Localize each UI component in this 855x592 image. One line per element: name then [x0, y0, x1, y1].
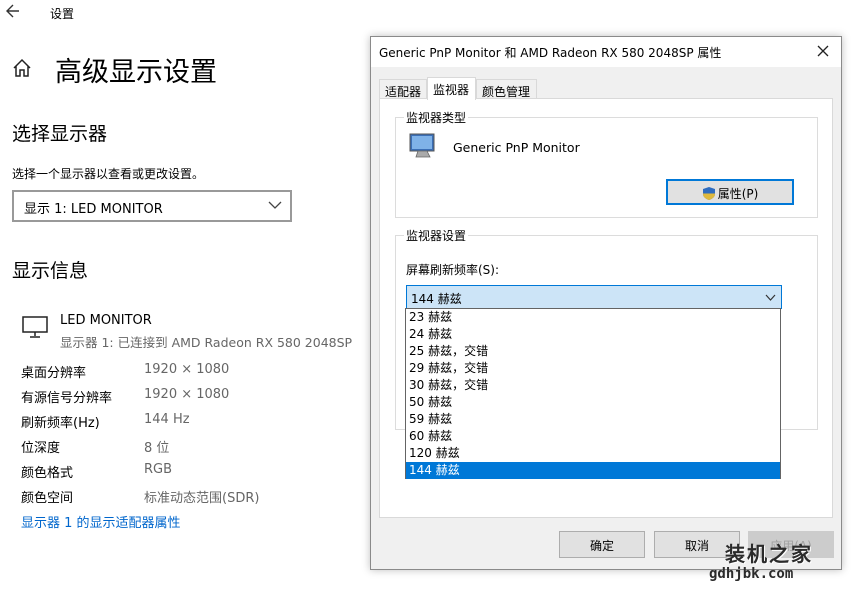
back-arrow-icon[interactable]	[6, 4, 20, 22]
info-value: RGB	[144, 462, 173, 477]
display-select-dropdown[interactable]: 显示 1: LED MONITOR	[12, 190, 292, 222]
dialog-title: Generic PnP Monitor 和 AMD Radeon RX 580 …	[379, 46, 722, 60]
refresh-rate-option[interactable]: 23 赫兹	[406, 309, 780, 326]
watermark-brand: 装机之家	[725, 542, 813, 566]
refresh-rate-option[interactable]: 120 赫兹	[406, 445, 780, 462]
adapter-properties-link[interactable]: 显示器 1 的显示适配器属性	[21, 512, 181, 531]
display-monitor-icon	[408, 132, 438, 162]
info-value: 144 Hz	[144, 412, 190, 427]
refresh-rate-option[interactable]: 59 赫兹	[406, 411, 780, 428]
refresh-rate-option[interactable]: 25 赫兹，交错	[406, 343, 780, 360]
display-select-value: 显示 1: LED MONITOR	[24, 202, 163, 217]
tab-color-management[interactable]: 颜色管理	[476, 79, 537, 99]
display-info-heading: 显示信息	[12, 260, 89, 282]
info-value: 8 位	[144, 441, 170, 456]
properties-button[interactable]: 属性(P)	[666, 179, 794, 205]
info-label: 桌面分辨率	[21, 366, 87, 381]
close-icon[interactable]	[813, 41, 833, 61]
home-icon[interactable]	[12, 58, 32, 78]
monitor-name: LED MONITOR	[60, 313, 152, 328]
refresh-rate-option[interactable]: 50 赫兹	[406, 394, 780, 411]
info-label: 位深度	[21, 441, 61, 456]
info-value: 1920 × 1080	[144, 362, 230, 377]
refresh-rate-option[interactable]: 29 赫兹，交错	[406, 360, 780, 377]
info-label: 颜色格式	[21, 466, 74, 481]
monitor-type-name: Generic PnP Monitor	[453, 140, 580, 155]
monitor-properties-dialog: Generic PnP Monitor 和 AMD Radeon RX 580 …	[370, 36, 842, 570]
chevron-down-icon	[765, 292, 776, 303]
monitor-type-legend: 监视器类型	[404, 109, 469, 126]
select-display-heading: 选择显示器	[12, 123, 108, 145]
refresh-rate-option[interactable]: 24 赫兹	[406, 326, 780, 343]
monitor-type-group: 监视器类型 Generic PnP Monitor 属性(P)	[395, 109, 818, 218]
select-display-description: 选择一个显示器以查看或更改设置。	[12, 167, 205, 181]
info-label: 刷新频率(Hz)	[21, 416, 100, 431]
refresh-rate-option-selected[interactable]: 144 赫兹	[406, 462, 780, 479]
chevron-down-icon	[268, 198, 282, 212]
ok-button[interactable]: 确定	[559, 531, 645, 558]
monitor-connection: 显示器 1: 已连接到 AMD Radeon RX 580 2048SP	[60, 335, 353, 350]
watermark-url: gdhjbk.com	[709, 566, 794, 582]
uac-shield-icon	[702, 186, 716, 201]
monitor-settings-legend: 监视器设置	[404, 227, 469, 244]
dialog-titlebar[interactable]: Generic PnP Monitor 和 AMD Radeon RX 580 …	[371, 37, 841, 67]
refresh-rate-list: 23 赫兹 24 赫兹 25 赫兹，交错 29 赫兹，交错 30 赫兹，交错 5…	[405, 308, 781, 479]
monitor-icon	[22, 316, 48, 338]
app-title: 设置	[50, 7, 75, 21]
refresh-rate-selected: 144 赫兹	[411, 292, 462, 306]
tab-adapter[interactable]: 适配器	[379, 79, 427, 99]
info-label: 颜色空间	[21, 491, 74, 506]
info-value: 标准动态范围(SDR)	[144, 491, 260, 506]
properties-button-label: 属性(P)	[717, 187, 759, 201]
refresh-rate-option[interactable]: 60 赫兹	[406, 428, 780, 445]
page-title: 高级显示设置	[55, 57, 217, 88]
info-label: 有源信号分辨率	[21, 391, 113, 406]
info-value: 1920 × 1080	[144, 387, 230, 402]
refresh-rate-label: 屏幕刷新频率(S):	[406, 263, 500, 277]
refresh-rate-option[interactable]: 30 赫兹，交错	[406, 377, 780, 394]
refresh-rate-select[interactable]: 144 赫兹	[406, 285, 782, 309]
tab-monitor[interactable]: 监视器	[427, 77, 476, 100]
